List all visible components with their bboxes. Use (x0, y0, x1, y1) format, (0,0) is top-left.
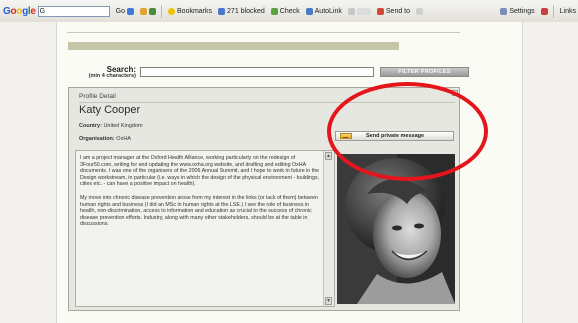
organisation-label: Organisation: (79, 136, 115, 142)
settings-icon (500, 7, 508, 15)
links-label: Links (559, 7, 576, 15)
toolbar-settings-button[interactable]: Settings (500, 7, 535, 15)
toolbar-search-value: G (39, 7, 46, 15)
bio-paragraph: My move into chronic disease prevention … (80, 194, 318, 228)
toolbar-divider (161, 4, 163, 18)
bio-textarea[interactable]: I am a project manager at the Oxford Hea… (75, 150, 335, 307)
toolbar-search-input[interactable]: G (37, 5, 110, 17)
send-to-icon (376, 7, 384, 15)
google-logo[interactable]: Google (3, 6, 36, 17)
toolbar-sendto-button[interactable]: Send to (376, 7, 411, 15)
autofill-disabled-icon (356, 7, 371, 15)
toolbar-links-button[interactable]: Links (560, 8, 576, 15)
toolbar-bookmarks-button[interactable]: Bookmarks (168, 7, 213, 15)
go-arrow-icon (127, 7, 135, 15)
toolbar-edit-button[interactable] (416, 7, 424, 15)
toolbar-divider (552, 4, 554, 18)
toolbar-autofill-button[interactable] (347, 7, 371, 15)
bookmarks-label: Bookmarks (177, 7, 213, 15)
popup-blocker-icon (218, 7, 226, 15)
pencil-icon (416, 7, 424, 15)
toolbar-sites-button[interactable] (140, 7, 157, 15)
toolbar-go-button[interactable]: Go (115, 7, 135, 15)
organisation-field: Organisation: OxHA (79, 136, 131, 142)
header-divider (67, 32, 460, 33)
toolbar-popup-blocker[interactable]: 271 blocked (218, 7, 265, 15)
spellcheck-icon (270, 7, 278, 15)
pagerank-icon (149, 7, 157, 15)
sites-icon (140, 7, 148, 15)
profile-search-input[interactable] (140, 67, 374, 77)
search-hint: (min 4 characters) (88, 73, 136, 79)
toolbar-extra-button[interactable] (540, 7, 548, 15)
profile-name: Katy Cooper (79, 104, 141, 116)
scroll-down-arrow-icon[interactable]: ▼ (325, 297, 332, 305)
settings-label: Settings (509, 7, 535, 15)
go-label: Go (115, 7, 126, 15)
toolbar-right-group: Settings Links (494, 4, 578, 18)
bio-text: I am a project manager at the Oxford Hea… (80, 155, 320, 235)
check-label: Check (279, 7, 300, 15)
blocked-label: 271 blocked (227, 7, 265, 15)
star-icon (168, 7, 176, 15)
bio-paragraph: I am a project manager at the Oxford Hea… (80, 155, 320, 188)
organisation-value: OxHA (116, 136, 131, 142)
sendto-label: Send to (385, 7, 411, 15)
bio-scrollbar[interactable]: ▲ ▼ (323, 151, 334, 306)
page-border-left (56, 22, 57, 323)
country-label: Country: (79, 123, 102, 129)
scroll-up-arrow-icon[interactable]: ▲ (325, 152, 332, 160)
google-toolbar: Google G Go Bookmarks 271 blocked Check … (0, 0, 578, 23)
country-value: United Kingdom (103, 123, 143, 129)
toolbar-check-button[interactable]: Check (270, 7, 300, 15)
extension-icon (540, 7, 548, 15)
toolbar-autolink-button[interactable]: AutoLink (305, 7, 342, 15)
logo-letter: e (30, 5, 36, 17)
annotation-circle (327, 82, 488, 181)
filter-profiles-button[interactable]: FILTER PROFILES (380, 67, 469, 77)
autolink-label: AutoLink (314, 7, 342, 15)
autolink-icon (305, 7, 313, 15)
country-field: Country: United Kingdom (79, 123, 143, 129)
autofill-icon (347, 7, 355, 15)
page-border-right (522, 22, 523, 323)
header-bar (68, 42, 399, 50)
panel-heading: Profile Detail (79, 93, 116, 100)
